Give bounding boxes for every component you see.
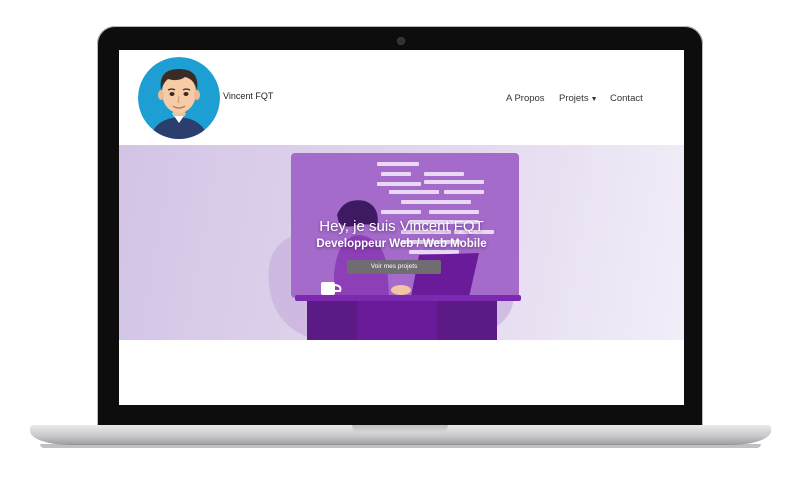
view-projects-button[interactable]: Voir mes projets [347,260,441,274]
laptop-notch [352,425,448,433]
nav-link-apropos[interactable]: A Propos [506,93,545,104]
hero-subtitle: Developpeur Web / Web Mobile [316,238,487,250]
nav-link-contact[interactable]: Contact [610,93,643,104]
browser-viewport: Vincent FQT A Propos Projets ▼ Contact H… [119,50,684,405]
caret-down-icon: ▼ [590,96,598,103]
brand-name[interactable]: Vincent FQT [223,91,273,101]
avatar[interactable] [138,57,220,139]
hero-title: Hey, je suis Vincent FQT [319,218,484,235]
navbar: Vincent FQT A Propos Projets ▼ Contact [119,50,684,145]
webcam [397,37,405,45]
nav-link-projets-label: Projets [559,93,589,104]
hero-banner: Hey, je suis Vincent FQT Developpeur Web… [119,145,684,340]
avatar-illustration [138,57,220,139]
laptop-base-shadow [40,444,761,448]
nav-link-projets[interactable]: Projets ▼ [559,93,598,104]
